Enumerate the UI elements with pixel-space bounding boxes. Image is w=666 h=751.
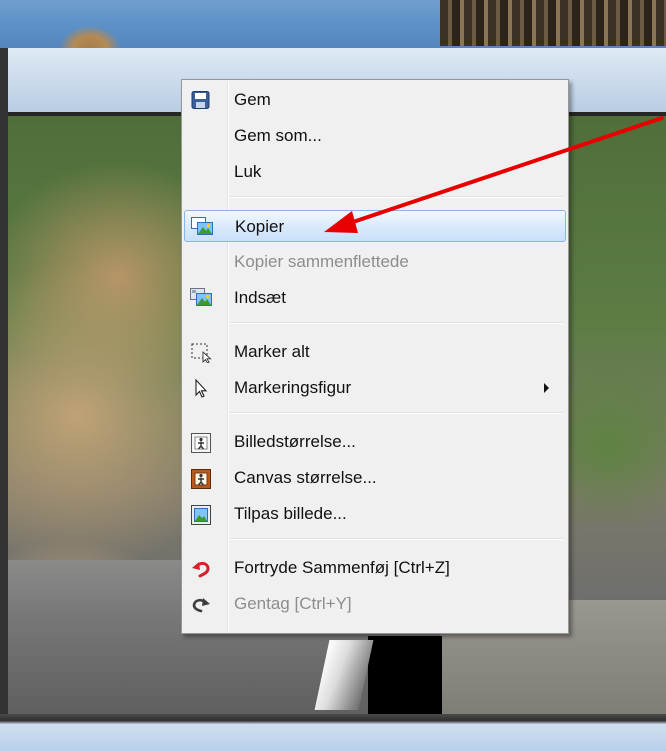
paste-image-icon — [190, 288, 212, 306]
menu-item-label: Indsæt — [234, 288, 286, 307]
menu-item-label: Gem som... — [234, 126, 322, 145]
submenu-arrow-icon — [544, 383, 549, 393]
menu-item-label: Luk — [234, 162, 262, 181]
menu-item-save[interactable]: Gem — [184, 84, 566, 116]
menu-item-image-size[interactable]: Billedstørrelse... — [184, 426, 566, 458]
menu-item-fit-image[interactable]: Tilpas billede... — [184, 498, 566, 530]
menu-item-label: Tilpas billede... — [234, 504, 347, 523]
menu-item-copy-merged[interactable]: Kopier sammenflettede — [184, 246, 566, 278]
menu-item-undo[interactable]: Fortryde Sammenføj [Ctrl+Z] — [184, 552, 566, 584]
context-menu: Gem Gem som... Luk Kopier Kopier sammenf… — [181, 79, 569, 634]
menu-item-selection-shape[interactable]: Markeringsfigur — [184, 372, 566, 404]
menu-item-select-all[interactable]: Marker alt — [184, 336, 566, 368]
fit-image-icon — [191, 505, 211, 525]
menu-item-label: Fortryde Sammenføj [Ctrl+Z] — [234, 558, 450, 577]
menu-separator — [230, 412, 564, 414]
save-icon — [191, 91, 211, 109]
menu-item-copy[interactable]: Kopier — [184, 210, 566, 242]
menu-item-paste[interactable]: Indsæt — [184, 282, 566, 314]
top-photo-detail — [60, 26, 120, 48]
window-left-edge — [0, 48, 8, 714]
menu-item-label: Kopier sammenflettede — [234, 252, 409, 271]
redo-icon — [191, 595, 211, 613]
image-size-icon — [191, 433, 211, 453]
canvas-size-icon — [191, 469, 211, 489]
menu-item-label: Markeringsfigur — [234, 378, 352, 397]
menu-separator — [230, 322, 564, 324]
menu-item-label: Gem — [234, 90, 271, 109]
select-all-icon — [191, 343, 212, 364]
menu-item-canvas-size[interactable]: Canvas størrelse... — [184, 462, 566, 494]
menu-item-close[interactable]: Luk — [184, 156, 566, 188]
menu-item-save-as[interactable]: Gem som... — [184, 120, 566, 152]
menu-item-label: Kopier — [235, 217, 285, 236]
menu-item-label: Billedstørrelse... — [234, 432, 356, 451]
window-bottom-bar — [0, 714, 666, 751]
selection-cursor-icon — [191, 378, 211, 398]
photo-dark-region — [368, 636, 442, 714]
menu-item-label: Marker alt — [234, 342, 310, 361]
menu-item-label: Canvas størrelse... — [234, 468, 377, 487]
copy-image-icon — [191, 217, 213, 235]
menu-separator — [230, 538, 564, 540]
menu-item-label: Gentag [Ctrl+Y] — [234, 594, 352, 613]
top-photo-thumbnail — [440, 0, 666, 46]
undo-icon — [191, 559, 211, 578]
menu-item-redo[interactable]: Gentag [Ctrl+Y] — [184, 588, 566, 620]
menu-separator — [230, 196, 564, 198]
